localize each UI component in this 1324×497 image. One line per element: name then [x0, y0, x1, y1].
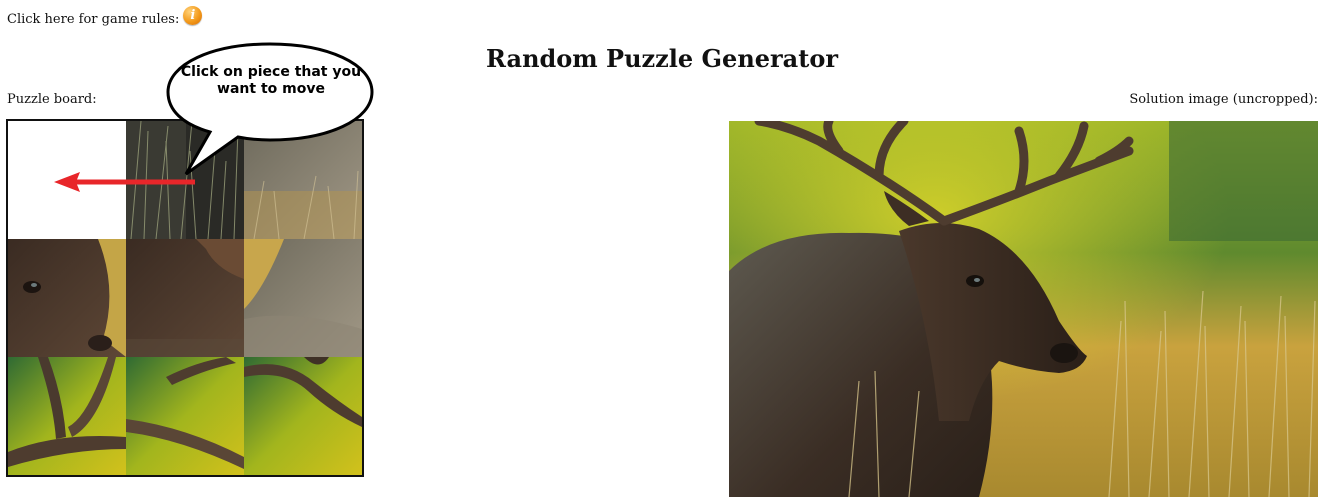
- puzzle-tile[interactable]: [244, 357, 362, 475]
- puzzle-tile[interactable]: [244, 239, 362, 357]
- callout-text: Click on piece that you want to move: [180, 64, 362, 97]
- info-icon[interactable]: i: [183, 6, 203, 25]
- game-rules-label: Click here for game rules:: [7, 12, 180, 27]
- game-rules-link[interactable]: Click here for game rules: i: [7, 6, 203, 29]
- puzzle-tile[interactable]: [126, 357, 244, 475]
- puzzle-board-label: Puzzle board:: [7, 92, 97, 107]
- puzzle-tile[interactable]: [244, 121, 362, 239]
- solution-image-label: Solution image (uncropped):: [1129, 92, 1318, 107]
- solution-image: [729, 121, 1318, 497]
- arrow-left-icon: [54, 172, 195, 192]
- puzzle-tile[interactable]: [126, 239, 244, 357]
- puzzle-tile[interactable]: [8, 239, 126, 357]
- puzzle-tile[interactable]: [8, 357, 126, 475]
